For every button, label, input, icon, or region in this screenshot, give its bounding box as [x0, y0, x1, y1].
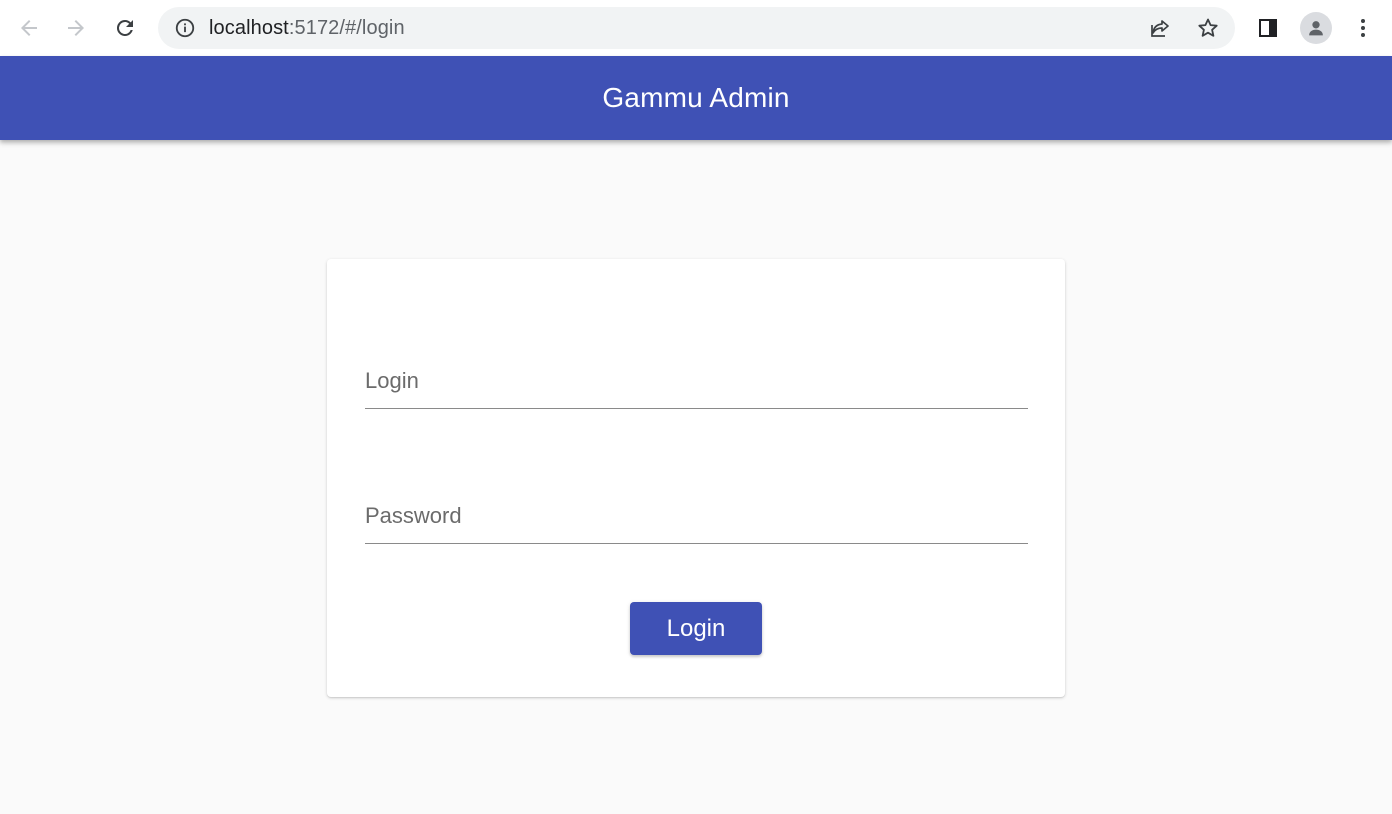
url-text[interactable]: localhost:5172/#/login: [209, 18, 405, 38]
reload-button[interactable]: [107, 10, 143, 46]
back-button[interactable]: [11, 10, 47, 46]
share-icon[interactable]: [1148, 16, 1172, 40]
info-icon[interactable]: [173, 16, 197, 40]
url-host: localhost: [209, 17, 289, 39]
app-header: Gammu Admin: [0, 56, 1392, 140]
side-panel-button[interactable]: [1250, 10, 1286, 46]
login-button[interactable]: Login: [630, 602, 762, 655]
star-icon[interactable]: [1196, 16, 1220, 40]
reload-icon: [116, 19, 133, 36]
password-field[interactable]: Password: [365, 488, 1028, 544]
app-title: Gammu Admin: [602, 82, 790, 113]
forward-button[interactable]: [58, 10, 94, 46]
profile-button[interactable]: [1300, 12, 1332, 44]
login-field[interactable]: Login: [365, 353, 1028, 409]
login-card: Login Password Login: [327, 259, 1065, 697]
login-input[interactable]: [365, 353, 1028, 408]
address-bar[interactable]: localhost:5172/#/login: [158, 7, 1235, 49]
profile-icon: [1309, 21, 1323, 36]
browser-menu-button[interactable]: [1345, 10, 1381, 46]
password-input[interactable]: [365, 488, 1028, 543]
arrow-back-icon: [21, 20, 37, 36]
side-panel-icon: [1259, 19, 1277, 37]
more-vert-icon: [1361, 19, 1365, 37]
arrow-forward-icon: [68, 20, 84, 36]
url-path: :5172/#/login: [288, 17, 405, 39]
browser-toolbar: localhost:5172/#/login: [0, 0, 1392, 56]
